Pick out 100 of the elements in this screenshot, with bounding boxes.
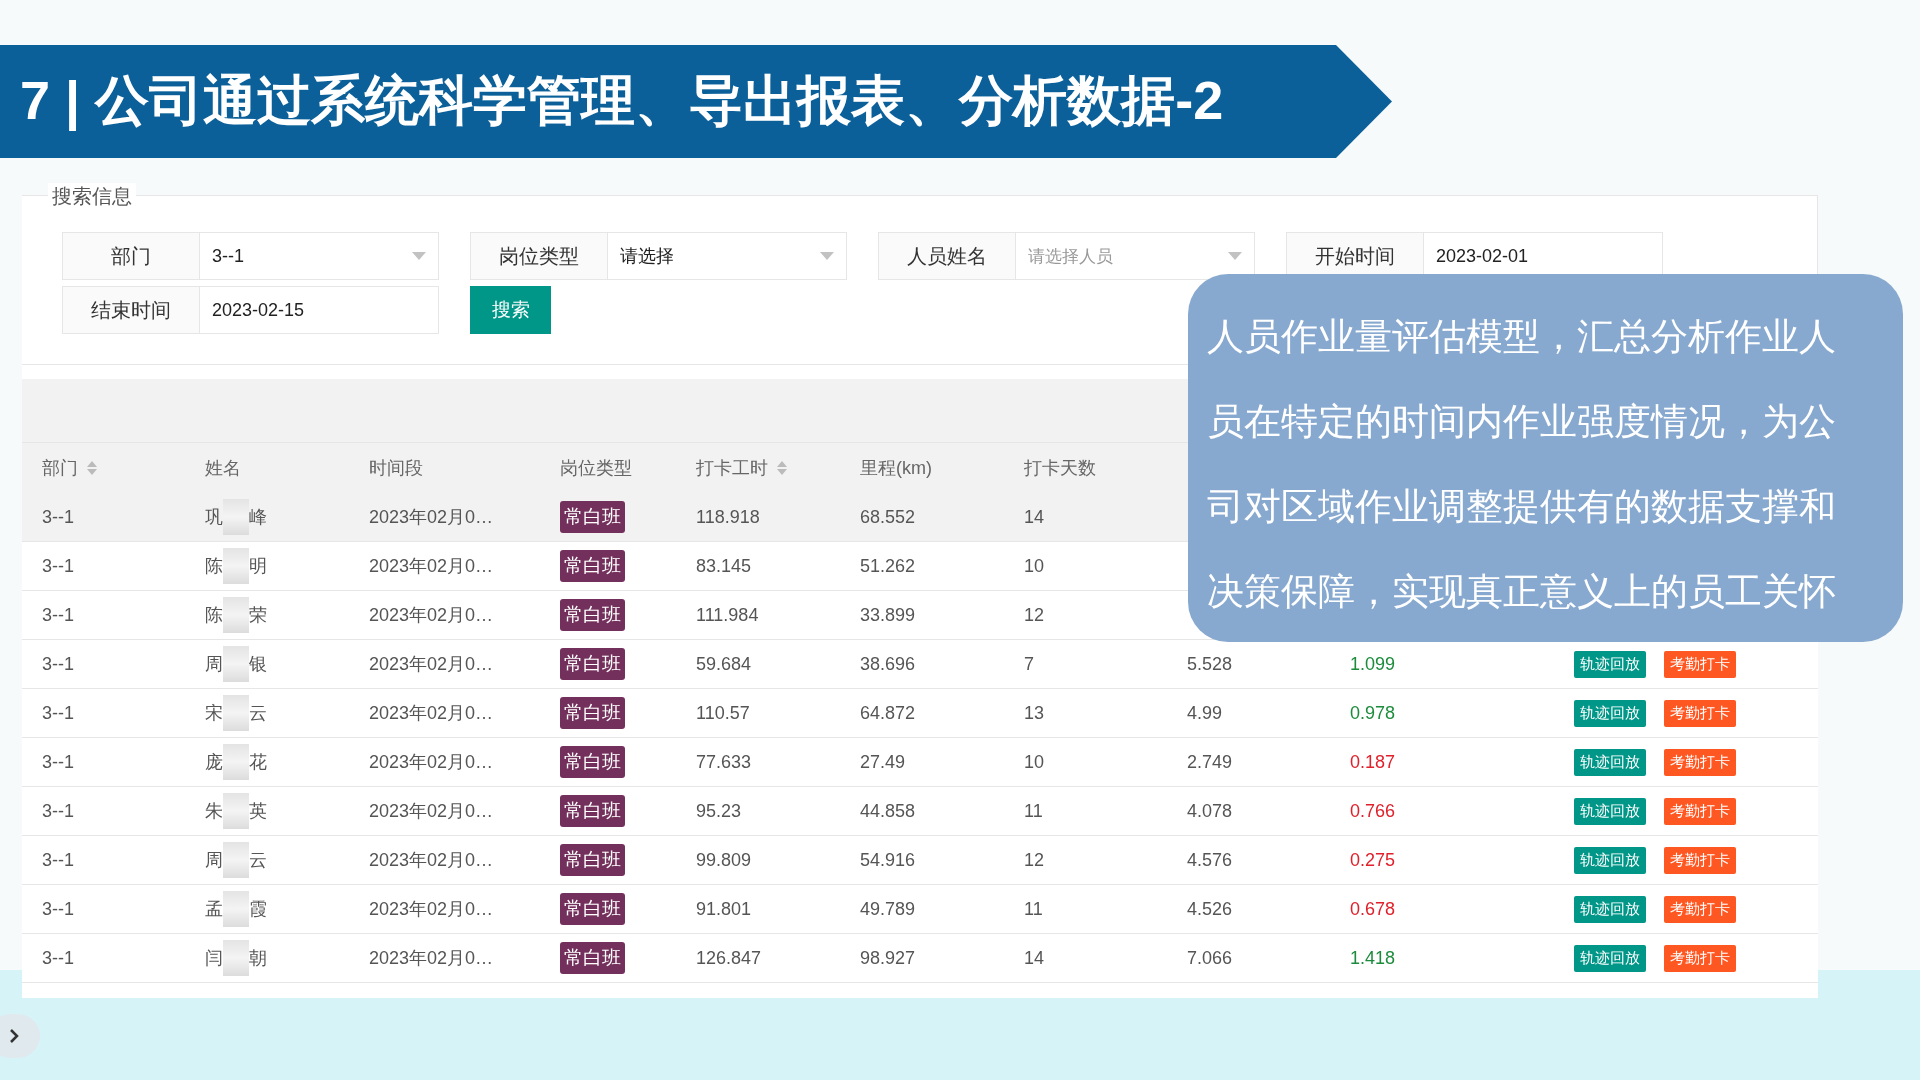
table-cell-text: 2023年02月0…: [369, 800, 495, 823]
table-cell-text: 周: [205, 849, 223, 872]
action-button[interactable]: 轨迹回放: [1574, 944, 1646, 972]
table-cell-text: 周: [205, 653, 223, 676]
column-header: 里程(km): [860, 457, 932, 480]
activity-value: 0.678: [1350, 898, 1396, 919]
table-cell-text: 2023年02月0…: [369, 751, 495, 774]
table-cell-text: 3--1: [42, 898, 75, 920]
field-value: 2023-02-15: [212, 299, 305, 321]
table-cell-text: 明: [249, 555, 267, 578]
table-cell-text: 99.809: [696, 849, 753, 871]
table-cell: 4.99: [1187, 702, 1223, 723]
select-field[interactable]: 人员姓名 请选择人员: [878, 232, 1255, 280]
blur-patch: [223, 842, 249, 878]
table-cell-text: 49.789: [860, 898, 917, 920]
table-cell-text: 荣: [249, 604, 267, 627]
table-cell-text: 霞: [249, 898, 267, 921]
table-cell-text: 3--1: [42, 702, 75, 724]
table-cell-text: 51.262: [860, 555, 917, 577]
blur-patch: [223, 695, 249, 731]
table-cell-text: 77.633: [696, 751, 753, 773]
table-cell-text: 59.684: [696, 653, 753, 675]
next-button[interactable]: [0, 1014, 40, 1058]
table-cell-text: 3--1: [42, 849, 75, 871]
table-cell-text: 91.801: [696, 898, 753, 920]
table-cell-text: 83.145: [696, 555, 753, 577]
shift-tag: 常白班: [560, 795, 625, 827]
activity-value: 0.275: [1350, 849, 1396, 870]
column-header: 打卡天数: [1024, 457, 1096, 480]
table-cell-text: 朱: [205, 800, 223, 823]
table-cell-text: 云: [249, 702, 267, 725]
table-cell-text: 2023年02月0…: [369, 506, 495, 529]
table-cell-text: 54.916: [860, 849, 917, 871]
column-header: 打卡工时: [696, 457, 768, 480]
table-cell-text: 花: [249, 751, 267, 774]
table-cell-text: 11: [1024, 800, 1044, 822]
date-field[interactable]: 结束时间 2023-02-15: [62, 286, 439, 334]
field-value: 2023-02-01: [1436, 245, 1529, 267]
blur-patch: [223, 548, 249, 584]
table-cell: 2.749: [1187, 751, 1233, 772]
table-cell: 4.078: [1187, 800, 1233, 821]
activity-value: 0.766: [1350, 800, 1396, 821]
shift-tag: 常白班: [560, 648, 625, 680]
table-cell-text: 银: [249, 653, 267, 676]
shift-tag: 常白班: [560, 942, 625, 974]
table-cell-text: 3--1: [42, 947, 75, 969]
table-cell-text: 98.927: [860, 947, 917, 969]
activity-value: 0.978: [1350, 702, 1396, 723]
shift-tag: 常白班: [560, 697, 625, 729]
sort-icon[interactable]: [86, 460, 98, 476]
blur-patch: [223, 744, 249, 780]
blur-patch: [223, 499, 249, 535]
table-cell-text: 12: [1024, 849, 1046, 871]
search-button[interactable]: 搜索: [470, 286, 551, 334]
action-button[interactable]: 轨迹回放: [1574, 650, 1646, 678]
table-cell: 4.576: [1187, 849, 1233, 870]
table-cell-text: 10: [1024, 555, 1046, 577]
column-header: 时间段: [369, 457, 423, 480]
select-field[interactable]: 岗位类型 请选择: [470, 232, 847, 280]
table-cell-text: 陈: [205, 555, 223, 578]
field-label: 结束时间: [63, 287, 200, 333]
field-label: 部门: [63, 233, 200, 279]
sort-icon[interactable]: [776, 460, 788, 476]
table-cell-text: 陈: [205, 604, 223, 627]
table-cell-text: 孟: [205, 898, 223, 921]
field-value: 请选择: [620, 245, 674, 268]
table-cell-text: 2023年02月0…: [369, 898, 495, 921]
blur-patch: [223, 793, 249, 829]
column-header: 岗位类型: [560, 457, 632, 480]
table-cell-text: 3--1: [42, 751, 75, 773]
table-cell-text: 111.984: [696, 604, 760, 626]
field-label: 岗位类型: [471, 233, 608, 279]
field-label: 人员姓名: [879, 233, 1016, 279]
table-cell-text: 朝: [249, 947, 267, 970]
table-cell-text: 110.57: [696, 702, 751, 724]
column-header: 姓名: [205, 457, 241, 480]
table-cell-text: 3--1: [42, 653, 75, 675]
table-cell-text: 峰: [249, 506, 267, 529]
shift-tag: 常白班: [560, 550, 625, 582]
select-field[interactable]: 部门 3--1: [62, 232, 439, 280]
action-button[interactable]: 轨迹回放: [1574, 699, 1646, 727]
table-cell-text: 2023年02月0…: [369, 947, 495, 970]
action-button[interactable]: 轨迹回放: [1574, 797, 1646, 825]
shift-tag: 常白班: [560, 893, 625, 925]
blur-patch: [223, 891, 249, 927]
activity-value: 0.187: [1350, 751, 1396, 772]
table-cell-text: 13: [1024, 702, 1046, 724]
placeholder: 请选择人员: [1028, 245, 1113, 268]
action-button[interactable]: 轨迹回放: [1574, 748, 1646, 776]
caret-icon: [1228, 252, 1242, 260]
table-cell-text: 14: [1024, 506, 1046, 528]
action-button[interactable]: 轨迹回放: [1574, 846, 1646, 874]
action-button[interactable]: 轨迹回放: [1574, 895, 1646, 923]
table-cell-text: 126.847: [696, 947, 763, 969]
table-cell-text: 3--1: [42, 555, 75, 577]
activity-value: 1.099: [1350, 653, 1396, 674]
table-cell-text: 95.23: [696, 800, 743, 822]
table-cell-text: 11: [1024, 898, 1044, 920]
table-cell-text: 27.49: [860, 751, 907, 773]
table-cell-text: 2023年02月0…: [369, 849, 495, 872]
